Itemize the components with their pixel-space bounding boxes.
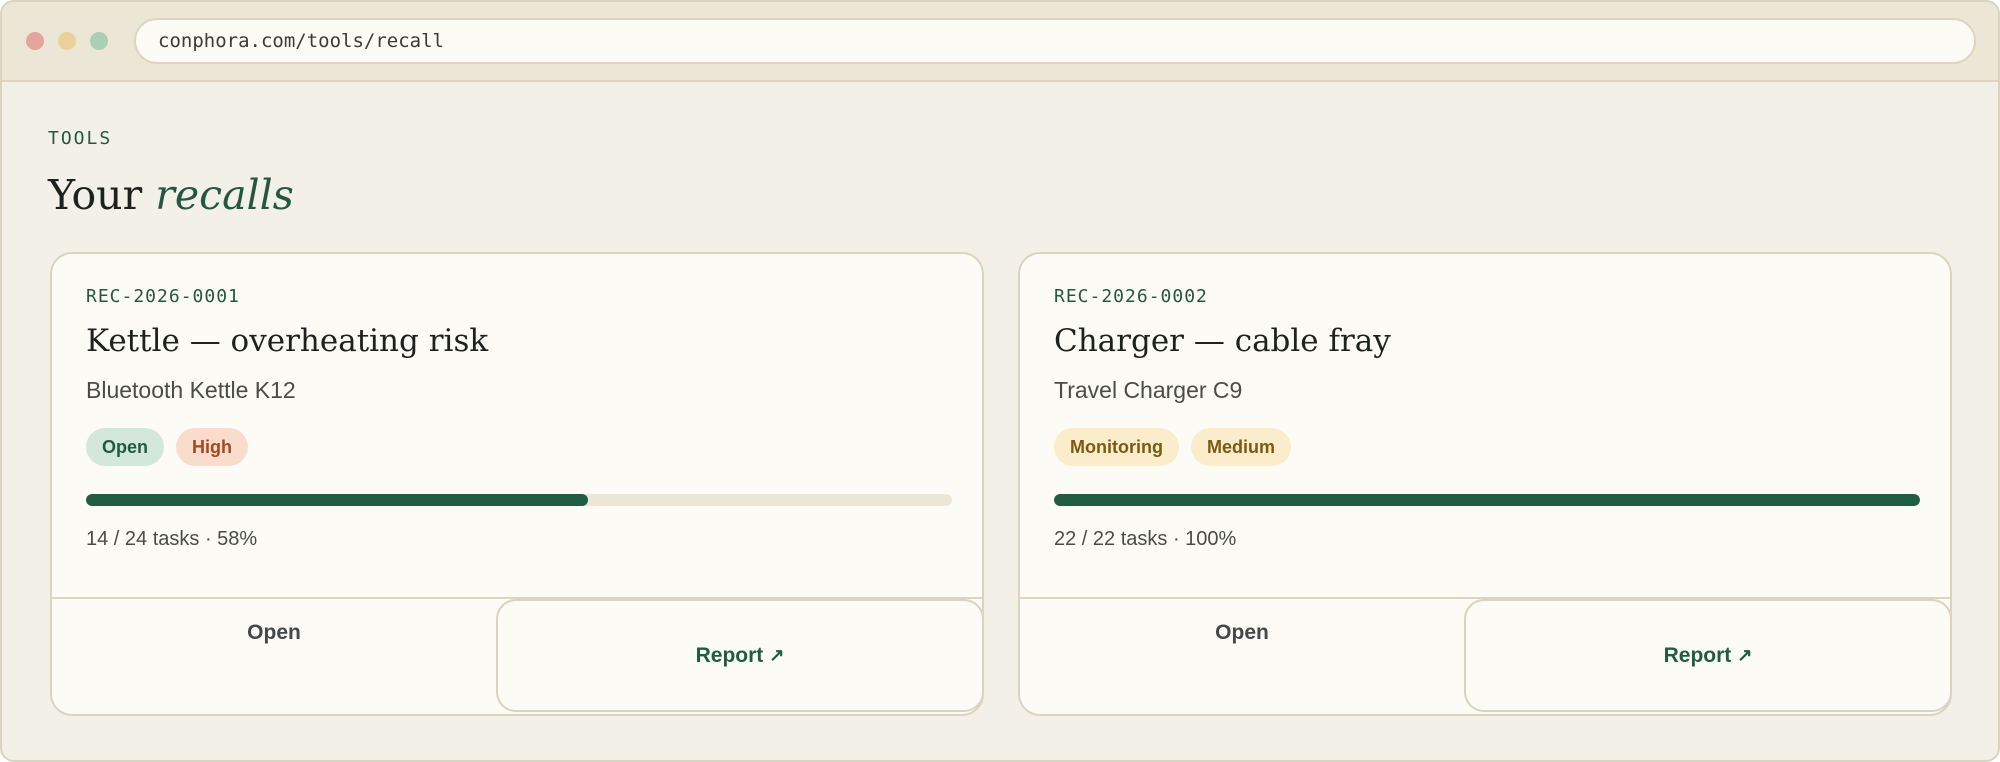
- minimize-window-dot[interactable]: [58, 32, 76, 50]
- progress-text: 22 / 22 tasks · 100%: [1054, 528, 1237, 550]
- open-button-label: Open: [247, 621, 301, 644]
- recall-card: REC-2026-0002 Charger — cable fray Trave…: [1018, 252, 1952, 716]
- progress-fill: [1054, 494, 1920, 506]
- section-eyebrow: TOOLS: [48, 128, 113, 149]
- recall-card-body: REC-2026-0002 Charger — cable fray Trave…: [1020, 254, 1950, 599]
- recall-title: Kettle — overheating risk: [86, 323, 489, 359]
- report-button-label: Report: [1663, 643, 1732, 667]
- open-button[interactable]: Open: [52, 599, 496, 714]
- recall-product: Bluetooth Kettle K12: [86, 377, 296, 403]
- recall-product: Travel Charger C9: [1054, 377, 1243, 403]
- recall-badges: Monitoring Medium: [1054, 428, 1916, 466]
- status-badge: Open: [86, 428, 165, 466]
- recall-card-list: REC-2026-0001 Kettle — overheating risk …: [50, 252, 1952, 716]
- report-button[interactable]: Report ↗: [496, 599, 982, 712]
- browser-window: conphora.com/tools/recall TOOLS Your rec…: [0, 0, 2000, 762]
- recall-card-actions: Open Report ↗: [1020, 597, 1950, 714]
- open-button[interactable]: Open: [1020, 599, 1464, 714]
- recall-title: Charger — cable fray: [1054, 323, 1391, 359]
- address-bar[interactable]: conphora.com/tools/recall: [134, 18, 1976, 64]
- page-title-accent: recalls: [155, 171, 294, 219]
- external-arrow-icon: ↗: [769, 645, 785, 665]
- recall-card-actions: Open Report ↗: [52, 597, 982, 714]
- recall-badges: Open High: [86, 428, 948, 466]
- maximize-window-dot[interactable]: [90, 32, 108, 50]
- progress-fill: [86, 494, 589, 506]
- url-text: conphora.com/tools/recall: [158, 30, 444, 52]
- browser-chrome: conphora.com/tools/recall: [2, 2, 1998, 82]
- page-title-prefix: Your: [48, 171, 143, 219]
- severity-badge: High: [176, 428, 249, 466]
- progress-text: 14 / 24 tasks · 58%: [86, 528, 258, 550]
- report-button[interactable]: Report ↗: [1464, 599, 1950, 712]
- progress-track: [1054, 494, 1920, 506]
- recall-card-body: REC-2026-0001 Kettle — overheating risk …: [52, 254, 982, 599]
- report-button-label: Report: [695, 643, 764, 667]
- close-window-dot[interactable]: [26, 32, 44, 50]
- severity-badge: Medium: [1190, 428, 1291, 466]
- page-content: TOOLS Your recalls: [2, 82, 1998, 229]
- status-badge: Monitoring: [1054, 428, 1179, 466]
- open-button-label: Open: [1215, 621, 1269, 644]
- page-title: Your recalls: [48, 171, 1952, 229]
- recall-id: REC-2026-0002: [1054, 286, 1208, 307]
- external-arrow-icon: ↗: [1737, 645, 1753, 665]
- recall-id: REC-2026-0001: [86, 286, 240, 307]
- progress-track: [86, 494, 952, 506]
- recall-card: REC-2026-0001 Kettle — overheating risk …: [50, 252, 984, 716]
